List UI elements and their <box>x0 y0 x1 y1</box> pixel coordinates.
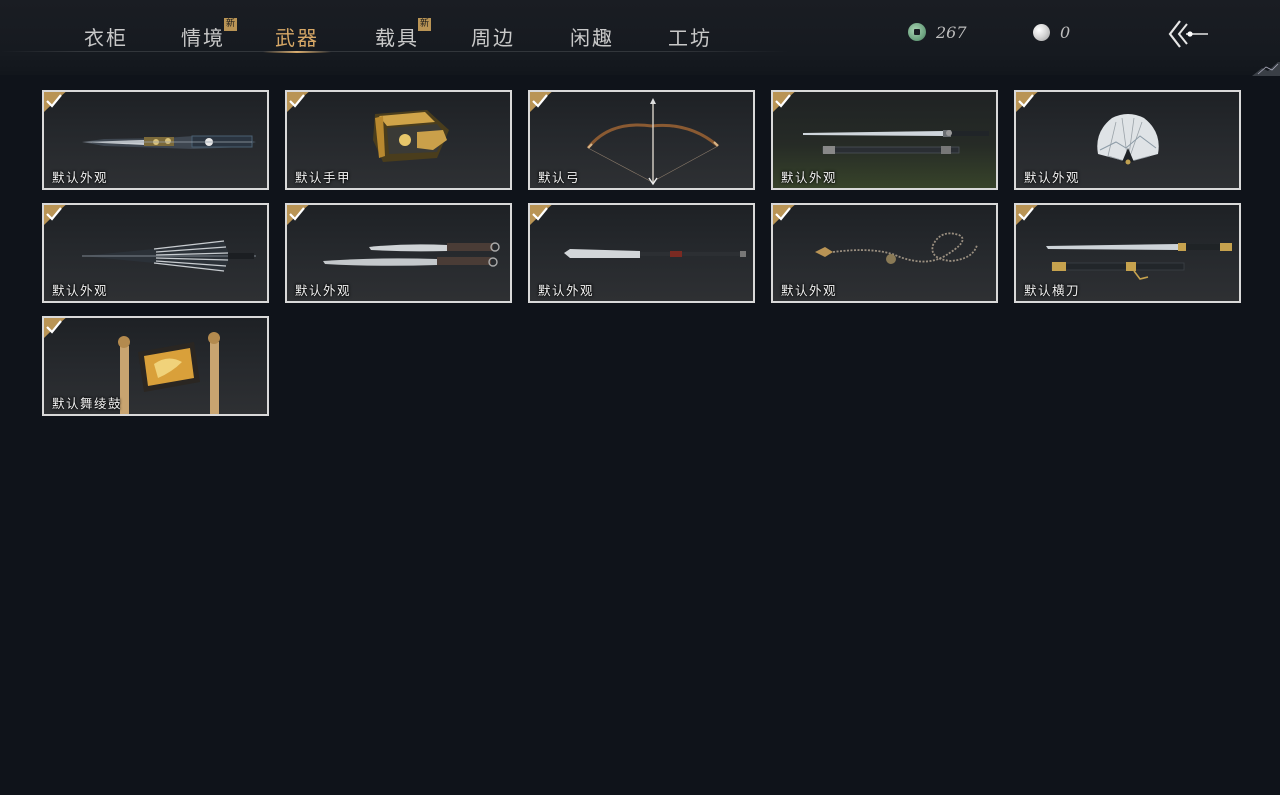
weapon-card-rope-dart[interactable]: 默认外观 <box>771 203 998 303</box>
tab-label: 情境 <box>181 26 225 50</box>
jade-currency: 267 <box>908 21 967 43</box>
tab-scenario[interactable]: 情境新 <box>181 18 237 50</box>
owned-check-icon <box>44 318 68 340</box>
pearl-amount: 0 <box>1060 22 1071 42</box>
tab-label: 周边 <box>471 26 515 50</box>
weapon-card-glaive[interactable]: 默认外观 <box>528 203 755 303</box>
weapon-card-bow[interactable]: 默认弓 <box>528 90 755 190</box>
owned-check-icon <box>530 205 554 227</box>
new-badge: 新 <box>418 18 431 31</box>
tab-leisure[interactable]: 闲趣 <box>570 22 614 50</box>
corner-decoration <box>1252 62 1280 76</box>
item-label: 默认外观 <box>52 283 109 298</box>
tab-label: 衣柜 <box>84 26 128 50</box>
owned-check-icon <box>1016 92 1040 114</box>
item-label: 默认外观 <box>1024 170 1081 185</box>
owned-check-icon <box>44 92 68 114</box>
jade-coin-icon <box>908 23 926 41</box>
item-label: 默认手甲 <box>295 170 352 185</box>
jade-amount: 267 <box>936 22 967 42</box>
owned-check-icon <box>530 92 554 114</box>
weapon-card-drum[interactable]: 默认舞绫鼓 <box>42 316 269 416</box>
tab-label: 闲趣 <box>570 26 614 50</box>
item-label: 默认横刀 <box>1024 283 1081 298</box>
item-label: 默认外观 <box>295 283 352 298</box>
item-label: 默认舞绫鼓 <box>52 396 123 411</box>
weapon-card-twin-dao[interactable]: 默认外观 <box>285 203 512 303</box>
item-label: 默认外观 <box>52 170 109 185</box>
item-label: 默认弓 <box>538 170 581 185</box>
owned-check-icon <box>773 205 797 227</box>
owned-check-icon <box>44 205 68 227</box>
owned-check-icon <box>773 92 797 114</box>
weapon-card-fan[interactable]: 默认外观 <box>1014 90 1241 190</box>
weapon-card-twin-swords[interactable]: 默认外观 <box>771 90 998 190</box>
weapon-card-umbrella[interactable]: 默认外观 <box>42 90 269 190</box>
tab-accessories[interactable]: 周边 <box>471 22 515 50</box>
item-label: 默认外观 <box>538 283 595 298</box>
item-label: 默认外观 <box>781 170 838 185</box>
owned-check-icon <box>1016 205 1040 227</box>
weapon-card-gauntlet[interactable]: 默认手甲 <box>285 90 512 190</box>
back-arrow-icon <box>1168 20 1208 48</box>
new-badge: 新 <box>224 18 237 31</box>
pearl-currency: 0 <box>1033 21 1070 43</box>
tab-vehicles[interactable]: 载具新 <box>375 18 431 50</box>
pearl-icon <box>1033 23 1050 41</box>
tab-label: 工坊 <box>668 26 712 50</box>
tab-wardrobe[interactable]: 衣柜 <box>84 22 128 50</box>
tab-label: 武器 <box>275 26 319 50</box>
tab-label: 载具 <box>375 26 419 50</box>
item-label: 默认外观 <box>781 283 838 298</box>
owned-check-icon <box>287 205 311 227</box>
weapon-card-hengdao[interactable]: 默认横刀 <box>1014 203 1241 303</box>
owned-check-icon <box>287 92 311 114</box>
tab-workshop[interactable]: 工坊 <box>668 22 712 50</box>
back-button[interactable] <box>1166 18 1210 50</box>
tab-weapons[interactable]: 武器 <box>263 22 331 53</box>
weapon-card-closed-umbrella[interactable]: 默认外观 <box>42 203 269 303</box>
top-bar: 衣柜 情境新 武器 载具新 周边 闲趣 工坊 267 0 <box>0 0 1280 76</box>
